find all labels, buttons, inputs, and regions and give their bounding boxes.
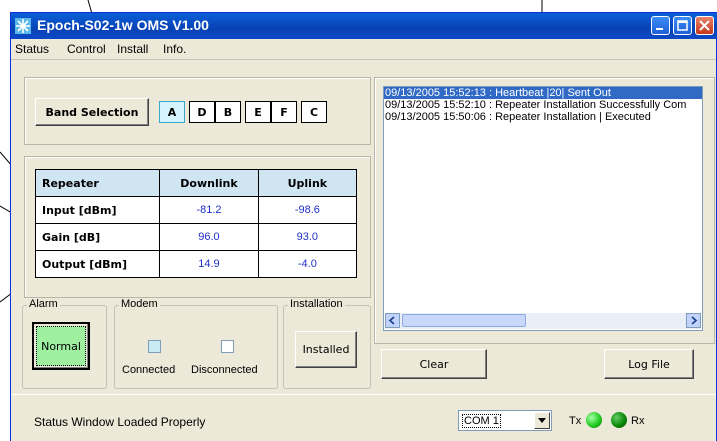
log-entry[interactable]: 09/13/2005 15:52:10 : Repeater Installat… — [384, 99, 702, 111]
gain-uplink-value: 93.0 — [257, 223, 358, 251]
window-title: Epoch-S02-1w OMS V1.00 — [37, 17, 209, 33]
horizontal-scrollbar[interactable] — [385, 313, 701, 329]
disconnected-label: Disconnected — [191, 364, 258, 376]
band-option-f[interactable]: F — [271, 101, 297, 123]
row-label-input: Input [dBm] — [34, 196, 161, 224]
title-bar: Epoch-S02-1w OMS V1.00 — [11, 13, 717, 39]
installation-group: Installation Installed — [283, 298, 371, 389]
row-label-output: Output [dBm] — [34, 250, 161, 278]
com-port-value: COM 1 — [462, 414, 501, 428]
band-option-b[interactable]: B — [215, 101, 241, 123]
minimize-icon — [656, 28, 663, 30]
disconnected-indicator — [221, 340, 234, 353]
status-bar: Status Window Loaded Properly COM 1 Tx R… — [11, 394, 716, 441]
header-repeater: Repeater — [34, 169, 161, 197]
band-option-d[interactable]: D — [189, 101, 215, 123]
menu-install[interactable]: Install — [117, 42, 148, 56]
scroll-thumb[interactable] — [402, 314, 526, 327]
log-entry[interactable]: 09/13/2005 15:52:13 : Heartbeat |20| Sen… — [384, 87, 702, 99]
tx-label: Tx — [569, 415, 582, 427]
dropdown-button[interactable] — [534, 412, 550, 429]
repeater-table: Repeater Downlink Uplink Input [dBm] -81… — [34, 169, 358, 278]
band-selection-button[interactable]: Band Selection — [35, 98, 149, 126]
app-logo-icon — [15, 18, 31, 34]
installed-button[interactable]: Installed — [295, 331, 357, 368]
band-option-a[interactable]: A — [159, 101, 185, 123]
band-option-e[interactable]: E — [245, 101, 271, 123]
table-header-row: Repeater Downlink Uplink — [34, 169, 358, 197]
menu-control[interactable]: Control — [67, 42, 106, 56]
table-row: Input [dBm] -81.2 -98.6 — [34, 196, 358, 224]
header-downlink: Downlink — [159, 169, 259, 197]
alarm-group-label: Alarm — [27, 298, 60, 310]
band-selection-panel: Band Selection A D B E F C — [24, 77, 371, 145]
maximize-icon — [677, 20, 688, 31]
log-file-button[interactable]: Log File — [604, 349, 694, 379]
maximize-button[interactable] — [673, 16, 692, 35]
table-row: Output [dBm] 14.9 -4.0 — [34, 250, 358, 278]
log-entry[interactable]: 09/13/2005 15:50:06 : Repeater Installat… — [384, 111, 702, 123]
log-panel: 09/13/2005 15:52:13 : Heartbeat |20| Sen… — [374, 77, 715, 344]
connected-label: Connected — [122, 364, 176, 376]
com-port-select[interactable]: COM 1 — [458, 410, 552, 431]
table-row: Gain [dB] 96.0 93.0 — [34, 223, 358, 251]
tx-led-icon — [586, 412, 602, 428]
alarm-status-button[interactable]: Normal — [32, 322, 90, 370]
repeater-panel: Repeater Downlink Uplink Input [dBm] -81… — [24, 156, 371, 298]
log-listbox[interactable]: 09/13/2005 15:52:13 : Heartbeat |20| Sen… — [383, 86, 703, 331]
installation-group-label: Installation — [288, 298, 345, 310]
chevron-down-icon — [538, 417, 546, 423]
alarm-status-fill: Normal — [36, 326, 86, 366]
header-uplink: Uplink — [257, 169, 358, 197]
clear-button[interactable]: Clear — [381, 349, 487, 379]
scroll-right-button[interactable] — [686, 313, 701, 328]
rx-led-icon — [611, 412, 627, 428]
input-uplink-value: -98.6 — [257, 196, 358, 224]
row-label-gain: Gain [dB] — [34, 223, 161, 251]
modem-group: Modem Connected Disconnected — [114, 298, 278, 389]
rx-label: Rx — [631, 415, 645, 427]
arrow-right-icon — [691, 316, 698, 325]
close-icon — [699, 20, 710, 31]
output-downlink-value: 14.9 — [159, 250, 259, 278]
scroll-left-button[interactable] — [385, 313, 400, 328]
menu-status[interactable]: Status — [15, 42, 49, 56]
band-option-c[interactable]: C — [301, 101, 327, 123]
output-uplink-value: -4.0 — [257, 250, 358, 278]
menu-bar: Status Control Install Info. — [11, 39, 716, 60]
menu-info[interactable]: Info. — [163, 42, 186, 56]
alarm-status-label: Normal — [41, 339, 81, 353]
close-button[interactable] — [695, 16, 714, 35]
alarm-group: Alarm Normal — [22, 298, 107, 389]
modem-group-label: Modem — [119, 298, 160, 310]
gain-downlink-value: 96.0 — [159, 223, 259, 251]
arrow-left-icon — [388, 316, 395, 325]
status-message: Status Window Loaded Properly — [34, 415, 206, 429]
minimize-button[interactable] — [651, 16, 670, 35]
connected-indicator — [148, 340, 161, 353]
app-window: Epoch-S02-1w OMS V1.00 Status Control In… — [10, 12, 717, 441]
input-downlink-value: -81.2 — [159, 196, 259, 224]
